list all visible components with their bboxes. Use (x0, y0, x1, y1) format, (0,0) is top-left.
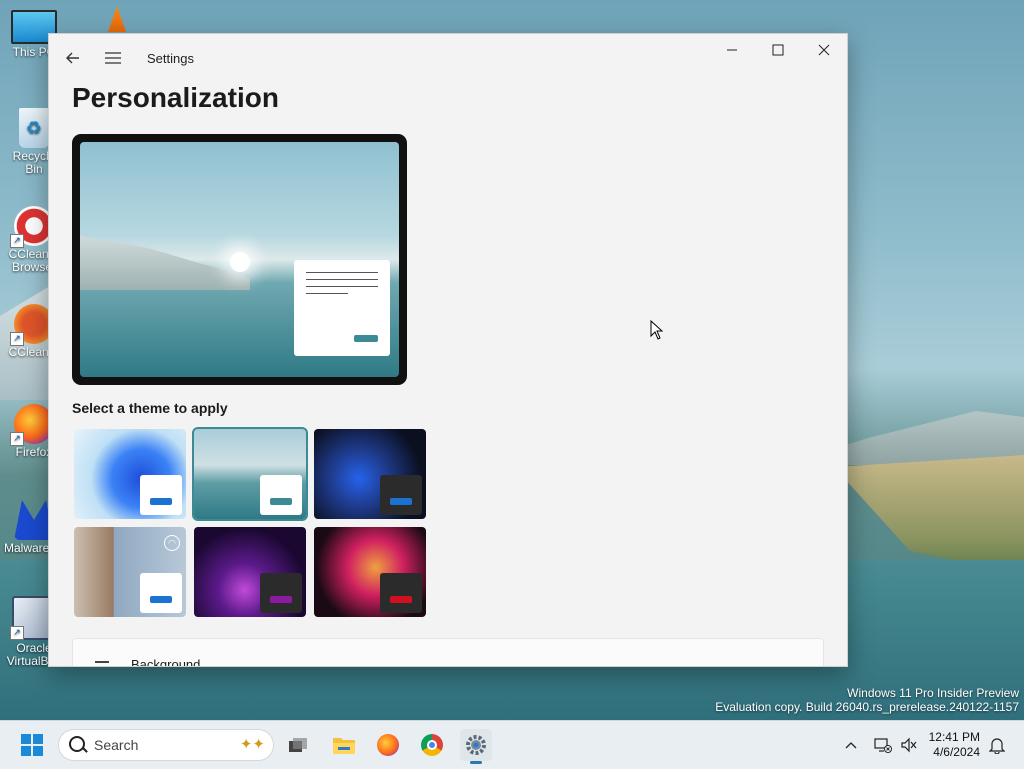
theme-section-label: Select a theme to apply (72, 400, 228, 416)
network-status-button[interactable] (872, 721, 894, 769)
windows-logo-icon (21, 734, 43, 756)
theme-mini-window (140, 475, 182, 515)
theme-tile[interactable] (314, 527, 426, 617)
bell-icon (989, 738, 1005, 754)
shortcut-arrow-icon: ↗ (10, 332, 24, 346)
minimize-button[interactable] (709, 34, 755, 66)
back-arrow-icon (66, 52, 79, 64)
theme-accent-bar (150, 498, 172, 505)
search-icon (69, 736, 85, 752)
firefox-icon (377, 734, 399, 756)
hamburger-icon (105, 52, 121, 64)
clock-date: 4/6/2024 (933, 745, 980, 759)
network-disconnected-icon (874, 738, 892, 753)
recycle-bin-icon: ♻ (19, 108, 49, 148)
page-title: Personalization (72, 82, 279, 113)
window-title: Settings (147, 51, 194, 66)
theme-accent-bar (390, 498, 412, 505)
navigation-menu-button[interactable] (97, 42, 129, 74)
settings-taskbar-button[interactable] (460, 729, 492, 764)
theme-mini-window (380, 475, 422, 515)
minimize-icon (727, 49, 737, 51)
close-icon (818, 44, 830, 56)
search-placeholder: Search (94, 737, 139, 753)
background-label: Background (131, 657, 201, 667)
speaker-muted-icon (901, 737, 917, 753)
maximize-icon (772, 44, 784, 56)
chevron-up-icon (845, 742, 857, 749)
copilot-sparkle-icon: ✦✦ (239, 736, 265, 753)
clock-time: 12:41 PM (928, 730, 980, 744)
theme-mini-window (140, 573, 182, 613)
watermark-line-1: Windows 11 Pro Insider Preview (847, 686, 1019, 700)
file-explorer-button[interactable] (328, 729, 360, 761)
theme-mini-window (380, 573, 422, 613)
theme-tile[interactable] (194, 527, 306, 617)
maximize-button[interactable] (755, 34, 801, 66)
task-view-icon (289, 738, 307, 752)
back-button[interactable] (57, 42, 89, 74)
theme-tile-selected[interactable] (192, 427, 308, 521)
preview-sun (230, 252, 250, 272)
theme-accent-bar (150, 596, 172, 603)
chrome-taskbar-button[interactable] (416, 729, 448, 761)
shortcut-arrow-icon: ↗ (10, 234, 24, 248)
preview-accent-button (354, 335, 378, 342)
build-watermark: Windows 11 Pro Insider Preview Evaluatio… (715, 686, 1019, 714)
system-clock[interactable]: 12:41 PM 4/6/2024 (929, 730, 980, 760)
picture-icon (95, 661, 109, 666)
background-setting-row[interactable]: Background (72, 638, 824, 667)
active-app-indicator (470, 761, 482, 764)
spotlight-badge-icon: ◠ (164, 535, 180, 551)
wallpaper-grass (834, 455, 1024, 575)
chrome-icon (421, 734, 443, 756)
taskbar: Search ✦✦ 12:41 PM 4/6/2024 (0, 720, 1024, 769)
settings-window: Settings Personalization Select a theme … (48, 33, 848, 667)
preview-window-card (294, 260, 390, 356)
show-hidden-icons-button[interactable] (840, 721, 862, 769)
folder-icon (333, 738, 355, 754)
theme-grid: ◠ (74, 427, 430, 617)
theme-tile[interactable] (314, 429, 426, 519)
vlc-icon[interactable] (108, 6, 126, 32)
close-button[interactable] (801, 34, 847, 66)
theme-accent-bar (270, 498, 292, 505)
notifications-button[interactable] (986, 721, 1008, 769)
theme-mini-window (260, 573, 302, 613)
shortcut-arrow-icon: ↗ (10, 432, 24, 446)
shortcut-arrow-icon: ↗ (10, 626, 24, 640)
theme-mini-window (260, 475, 302, 515)
theme-accent-bar (390, 596, 412, 603)
theme-tile[interactable] (74, 429, 186, 519)
preview-screen (80, 142, 399, 377)
gear-icon (466, 735, 486, 755)
theme-accent-bar (270, 596, 292, 603)
volume-button[interactable] (898, 721, 920, 769)
theme-tile[interactable]: ◠ (74, 527, 186, 617)
start-button[interactable] (16, 729, 48, 761)
mouse-pointer-icon (650, 320, 664, 340)
preview-hill (80, 236, 250, 290)
title-bar: Settings (49, 34, 847, 82)
theme-preview (72, 134, 407, 385)
task-view-button[interactable] (282, 729, 314, 761)
taskbar-search-box[interactable]: Search ✦✦ (58, 729, 274, 761)
watermark-line-2: Evaluation copy. Build 26040.rs_prerelea… (715, 700, 1019, 714)
firefox-taskbar-button[interactable] (372, 729, 404, 761)
